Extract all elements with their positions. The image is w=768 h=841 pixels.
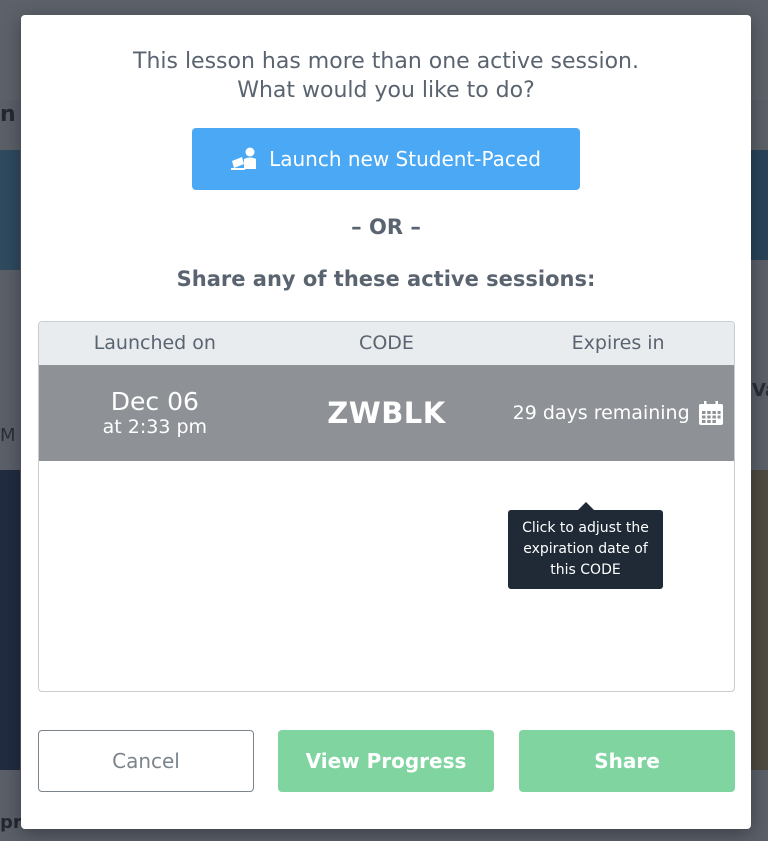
- launch-student-paced-button[interactable]: Launch new Student-Paced: [192, 128, 580, 190]
- expiration-tooltip: Click to adjust the expiration date of t…: [508, 502, 663, 589]
- session-code: ZWBLK: [327, 396, 446, 430]
- tooltip-line-3: this CODE: [550, 562, 621, 578]
- launch-button-label: Launch new Student-Paced: [269, 147, 541, 171]
- student-paced-icon: [231, 147, 259, 171]
- prompt-line-2: What would you like to do?: [237, 78, 535, 103]
- launch-time: at 2:33 pm: [102, 416, 208, 438]
- dialog-prompt: This lesson has more than one active ses…: [21, 47, 751, 105]
- prompt-line-1: This lesson has more than one active ses…: [133, 49, 639, 74]
- tooltip-line-2: expiration date of: [523, 541, 648, 557]
- share-heading: Share any of these active sessions:: [176, 267, 596, 291]
- or-divider: – OR –: [351, 215, 421, 239]
- share-button[interactable]: Share: [519, 730, 735, 792]
- session-dialog: This lesson has more than one active ses…: [21, 15, 751, 829]
- launch-date: Dec 06: [110, 387, 199, 416]
- calendar-icon[interactable]: [698, 400, 724, 426]
- table-row[interactable]: Dec 06 at 2:33 pm ZWBLK 29 days remainin…: [39, 365, 734, 461]
- header-launched-on: Launched on: [93, 332, 216, 354]
- expires-text: 29 days remaining: [512, 402, 690, 424]
- expires-cell[interactable]: 29 days remaining: [502, 400, 734, 426]
- cancel-button[interactable]: Cancel: [38, 730, 254, 792]
- view-progress-button[interactable]: View Progress: [278, 730, 494, 792]
- launched-date-cell: Dec 06 at 2:33 pm: [39, 387, 271, 439]
- header-code: CODE: [359, 332, 414, 354]
- header-expires-in: Expires in: [571, 332, 665, 354]
- sessions-table: Launched on CODE Expires in Dec 06 at 2:…: [38, 321, 735, 692]
- tooltip-line-1: Click to adjust the: [522, 520, 649, 536]
- table-header: Launched on CODE Expires in: [39, 322, 734, 365]
